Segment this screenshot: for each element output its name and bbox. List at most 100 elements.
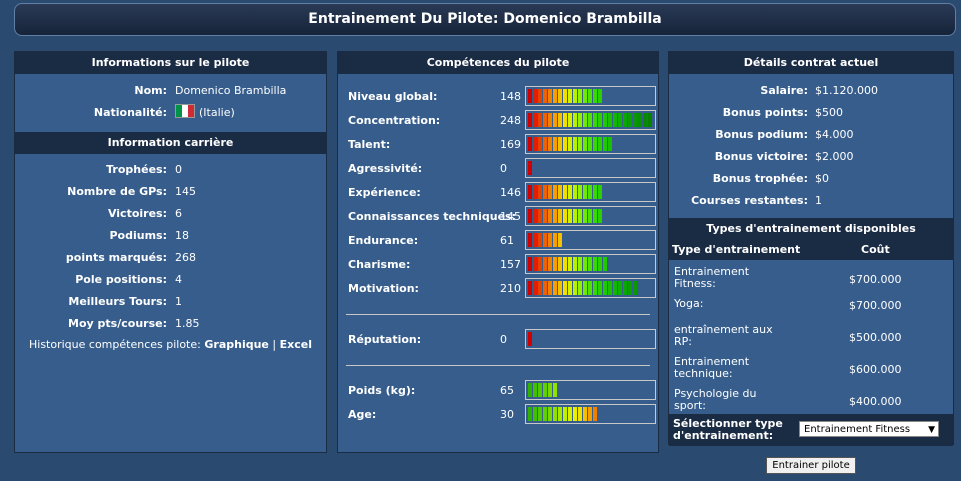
skill-bar [525,134,656,154]
training-type-name: Psychologie du sport: [674,387,757,412]
contract-label: Bonus podium: [715,128,808,141]
training-type-row: Psychologie du sport: $400.000 [669,388,953,414]
training-type-select[interactable]: Entrainement Fitness ▼ [799,421,939,437]
skill-bar-segment [553,383,557,397]
training-type-name: entraînement aux RP: [674,323,773,348]
skill-bar-segment [548,137,552,151]
col-cost: Coût [861,243,890,256]
skill-bar-segment [543,407,547,421]
contract-value: 1 [815,194,822,207]
skill-value: 148 [500,90,521,103]
skill-bar-segment [598,113,602,127]
career-row: Nombre de GPs: 145 [15,181,326,203]
col-type: Type d'entrainement [672,243,801,256]
career-header: Information carrière [15,132,326,154]
skill-bar-segment [558,257,562,271]
skill-bar-segment [593,185,597,199]
history-separator: | [272,338,277,351]
skill-value: 145 [500,210,521,223]
skill-bar-segment [573,89,577,103]
skill-bar-segment [563,407,567,421]
skill-bar-segment [563,137,567,151]
skill-bar-segment [533,89,537,103]
driver-info-panel: Informations sur le pilote Nom: Domenico… [14,51,327,453]
skill-bar-segment [583,407,587,421]
skill-label: Charisme: [348,258,411,271]
skill-label: Réputation: [348,333,422,346]
skill-bar-segment [578,209,582,223]
skill-bar-segment [543,113,547,127]
skill-bar-segment [588,185,592,199]
skill-row: Age: 30 [338,404,658,426]
skills-divider [346,365,650,366]
skill-bar-segment [603,113,607,127]
skill-bar-segment [603,281,607,295]
skill-bar-segment [568,137,572,151]
skill-bar-segment [548,185,552,199]
skill-label: Motivation: [348,282,419,295]
skills-header: Compétences du pilote [338,52,658,74]
skill-bar-segment [538,407,542,421]
skill-bar-segment [578,89,582,103]
skill-bar-segment [548,89,552,103]
skill-bar-segment [578,407,582,421]
training-type-row: entraînement aux RP: $500.000 [669,324,953,350]
contract-value: $0 [815,172,829,185]
skill-row: Réputation: 0 [338,329,658,351]
skill-bar-segment [643,113,647,127]
contract-row: Bonus trophée: $0 [669,168,953,190]
skill-bar-segment [533,233,537,247]
contract-label: Bonus victoire: [714,150,808,163]
skill-bar-segment [583,113,587,127]
skill-bar-segment [543,281,547,295]
career-value: 1 [175,295,182,308]
history-excel-link[interactable]: Excel [280,338,312,351]
skill-bar-segment [583,185,587,199]
train-driver-button[interactable]: Entrainer pilote [766,457,856,474]
skill-bar-segment [528,137,532,151]
name-label: Nom: [134,84,167,97]
training-select-area: Sélectionner type d'entrainement: Entrai… [669,414,953,446]
skill-bar-segment [588,209,592,223]
skill-row: Endurance: 61 [338,230,658,252]
skill-bar-segment [573,281,577,295]
skill-bar-segment [528,113,532,127]
training-type-row: Entrainement technique: $600.000 [669,356,953,382]
skill-bar-segment [638,113,642,127]
skill-row: Connaissances techniques: 145 [338,206,658,228]
career-row: Meilleurs Tours: 1 [15,291,326,313]
contract-row: Courses restantes: 1 [669,190,953,212]
skill-bar-segment [598,137,602,151]
skill-bar-segment [593,137,597,151]
skill-value: 30 [500,408,514,421]
skill-bar-segment [538,383,542,397]
skill-bar-segment [533,383,537,397]
skill-bar-segment [633,113,637,127]
skill-bar-segment [568,89,572,103]
contract-label: Bonus points: [722,106,808,119]
skill-row: Agressivité: 0 [338,158,658,180]
skill-label: Talent: [348,138,391,151]
skill-bar-segment [563,209,567,223]
career-label: Podiums: [109,229,167,242]
skill-bar-segment [618,113,622,127]
skill-bar [525,86,656,106]
career-value: 268 [175,251,196,264]
skill-value: 210 [500,282,521,295]
skill-bar-segment [563,185,567,199]
history-graph-link[interactable]: Graphique [204,338,269,351]
skill-bar-segment [563,281,567,295]
skill-bar-segment [528,209,532,223]
contract-header: Détails contrat actuel [669,52,953,74]
skill-bar-segment [583,137,587,151]
skill-bar-segment [558,185,562,199]
skill-bar-segment [568,209,572,223]
training-type-row: Yoga: $700.000 [669,298,953,318]
skill-bar-segment [533,209,537,223]
skill-bar-segment [598,89,602,103]
skill-value: 65 [500,384,514,397]
career-value: 18 [175,229,189,242]
skill-bar [525,254,656,274]
skill-bar-segment [633,281,637,295]
skill-history: Historique compétences pilote: Graphique… [15,338,326,351]
